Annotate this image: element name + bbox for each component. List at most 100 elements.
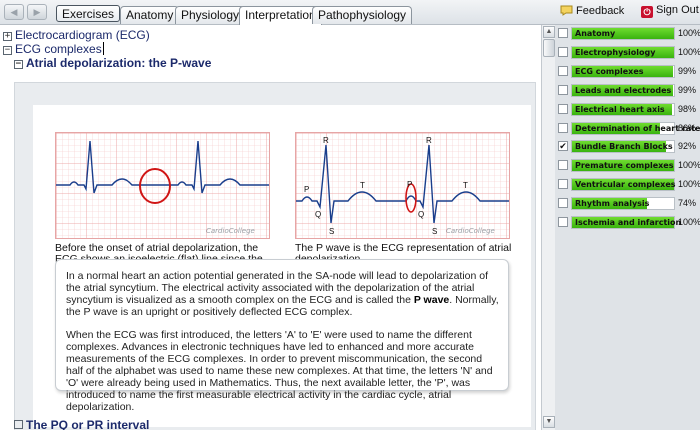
progress-percent: 99%: [678, 65, 697, 76]
signout-label: Sign Out: [656, 4, 699, 16]
term-p-wave: P wave: [413, 294, 450, 306]
expand-icon[interactable]: +: [3, 32, 12, 41]
scroll-down-button[interactable]: ▼: [543, 416, 555, 428]
back-button[interactable]: ◀: [4, 4, 24, 20]
progress-bar: Ventricular complexes: [571, 178, 676, 192]
topic-checkbox[interactable]: [558, 217, 568, 227]
progress-bar: Premature complexes: [571, 159, 675, 173]
lesson-card: CardioCollege Before the onset of atrial…: [33, 105, 531, 427]
topic-checkbox[interactable]: [558, 84, 568, 95]
tree-item-label: The PQ or PR interval: [26, 418, 150, 430]
wave-label-s: S: [329, 227, 334, 236]
collapse-icon[interactable]: −: [3, 46, 12, 55]
topic-checkbox[interactable]: [558, 46, 568, 57]
progress-bar: Bundle Branch Blocks: [571, 140, 675, 154]
progress-bar: Electrical heart axis: [571, 102, 675, 116]
feedback-icon: [560, 5, 573, 16]
topic-label: Ventricular complexes: [575, 180, 676, 190]
explanation-box: In a normal heart an action potential ge…: [55, 259, 509, 413]
topic-label: Rhythm analysis: [575, 199, 650, 209]
tree-item-label: Electrocardiogram (ECG): [15, 28, 150, 42]
progress-bar: Ischemia and infarction: [571, 216, 681, 229]
content-area: + Electrocardiogram (ECG) − ECG complexes …: [0, 25, 541, 430]
progress-row[interactable]: ✔ Bundle Branch Blocks 92%: [555, 140, 700, 154]
forward-arrow-icon: ▶: [33, 7, 41, 17]
progress-row[interactable]: Leads and electrodes 99%: [555, 83, 700, 98]
topic-label: Electrical heart axis: [575, 104, 665, 114]
tab-anatomy[interactable]: Anatomy: [120, 6, 180, 24]
ecg-strip-right: R P T Q S P T R Q S CardioCollege: [296, 133, 509, 238]
progress-row[interactable]: Rhythm analysis 74%: [555, 197, 700, 211]
topic-checkbox[interactable]: ✔: [558, 141, 568, 152]
topic-label: Leads and electrodes: [575, 85, 672, 95]
collapse-icon[interactable]: −: [14, 60, 23, 69]
progress-row[interactable]: ECG complexes 99%: [555, 64, 700, 79]
progress-row[interactable]: Anatomy 100%: [555, 27, 700, 41]
topic-label: ECG complexes: [575, 66, 644, 76]
paragraph-1: In a normal heart an action potential ge…: [66, 270, 500, 318]
progress-percent: 86%: [678, 122, 697, 133]
wave-label-t: T: [360, 181, 365, 190]
tree-item-label: ECG complexes: [15, 42, 102, 56]
progress-bar: Electrophysiology: [571, 45, 675, 59]
feedback-label: Feedback: [576, 5, 625, 17]
wave-label-r: R: [426, 136, 432, 145]
wave-label-s: S: [432, 227, 437, 236]
wave-label-q: Q: [418, 210, 424, 219]
topic-label: Ischemia and infarction: [575, 218, 682, 227]
progress-percent: 98%: [678, 103, 697, 114]
feedback-link[interactable]: Feedback: [560, 4, 624, 17]
arrow-down-icon: ▼: [545, 418, 553, 425]
topic-checkbox[interactable]: [558, 179, 568, 190]
tree-item-pq-interval[interactable]: The PQ or PR interval: [14, 418, 149, 430]
tab-physiology[interactable]: Physiology: [175, 6, 246, 24]
progress-percent: 100%: [678, 28, 700, 38]
progress-percent: 100%: [678, 179, 700, 190]
topic-checkbox[interactable]: [558, 198, 568, 209]
forward-button[interactable]: ▶: [27, 4, 47, 20]
wave-label-p: P: [407, 180, 412, 189]
wave-label-q: Q: [315, 210, 321, 219]
lesson-panel: CardioCollege Before the onset of atrial…: [14, 82, 536, 430]
scroll-thumb[interactable]: [543, 39, 555, 57]
progress-bar: Determination of heart rate: [571, 121, 700, 135]
power-icon: ⏻: [641, 6, 653, 18]
progress-row[interactable]: Ischemia and infarction 100%: [555, 216, 700, 230]
ecg-figure-left: CardioCollege: [55, 132, 270, 239]
expand-icon[interactable]: [14, 420, 23, 429]
tab-exercises[interactable]: Exercises: [56, 5, 121, 22]
content-scrollbar[interactable]: ▲ ▼: [541, 25, 555, 430]
paragraph-2: When the ECG was first introduced, the l…: [66, 329, 493, 413]
signout-link[interactable]: ⏻ Sign Out: [641, 4, 699, 18]
progress-row[interactable]: Determination of heart rate 86%: [555, 121, 700, 136]
progress-row[interactable]: Ventricular complexes 100%: [555, 178, 700, 192]
progress-percent: 74%: [678, 198, 697, 209]
wave-label-t: T: [463, 181, 468, 190]
progress-percent: 100%: [678, 217, 700, 227]
progress-percent: 99%: [678, 84, 697, 95]
progress-row[interactable]: Electrophysiology 100%: [555, 45, 700, 60]
progress-panel: Anatomy 100% Electrophysiology 100% ECG comp…: [555, 25, 700, 430]
wave-label-r: R: [323, 136, 329, 145]
topic-label: Premature complexes: [575, 161, 674, 171]
progress-bar: Rhythm analysis: [571, 197, 675, 211]
scroll-up-button[interactable]: ▲: [543, 26, 555, 38]
tree-item-label: Atrial depolarization: the P-wave: [26, 56, 212, 70]
progress-row[interactable]: Premature complexes 100%: [555, 159, 700, 173]
progress-row[interactable]: Electrical heart axis 98%: [555, 102, 700, 117]
back-arrow-icon: ◀: [10, 7, 18, 17]
tree-item-p-wave[interactable]: − Atrial depolarization: the P-wave: [14, 56, 211, 72]
topic-checkbox[interactable]: [558, 160, 568, 171]
topic-checkbox[interactable]: [558, 28, 568, 38]
topic-checkbox[interactable]: [558, 122, 568, 133]
wave-label-p: P: [304, 185, 309, 194]
topic-checkbox[interactable]: [558, 65, 568, 76]
text-cursor: [102, 42, 104, 55]
arrow-up-icon: ▲: [545, 28, 553, 35]
progress-percent: 100%: [678, 46, 700, 57]
watermark-right: CardioCollege: [446, 227, 495, 235]
tab-pathophysiology[interactable]: Pathophysiology: [312, 6, 413, 24]
topic-checkbox[interactable]: [558, 103, 568, 114]
topic-label: Bundle Branch Blocks: [575, 142, 673, 152]
tab-interpretation[interactable]: Interpretation: [239, 6, 322, 25]
